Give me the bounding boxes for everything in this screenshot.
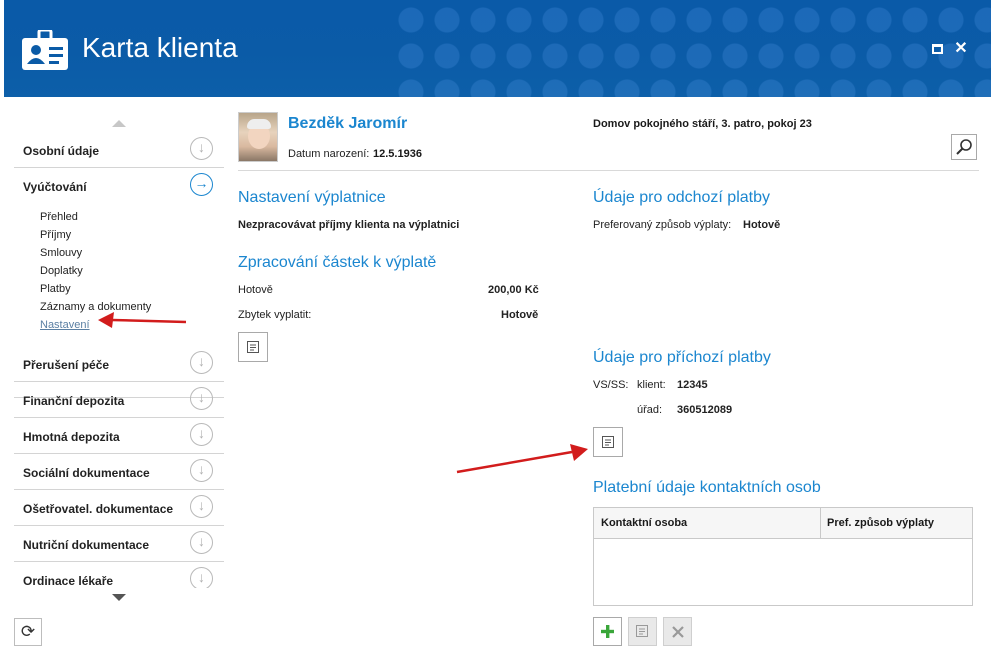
submenu-item-nastaveni[interactable]: Nastavení	[40, 316, 210, 334]
refresh-icon[interactable]: ⟳	[14, 618, 42, 646]
sidebar-item-financni-depozita[interactable]: Finanční depozita ↓	[14, 382, 224, 418]
client-name: Bezděk Jaromír	[288, 115, 408, 132]
amount-processing-title: Zpracování částek k výplatě	[238, 254, 437, 271]
sidebar-item-label: Ošetřovatel. dokumentace	[23, 502, 174, 516]
submenu: Přehled Příjmy Smlouvy Doplatky Platby Z…	[40, 208, 210, 334]
cash-label: Hotově	[238, 284, 273, 296]
edit-amounts-button[interactable]	[238, 332, 268, 362]
vs-label: VS/SS:	[593, 379, 629, 391]
submenu-item-platby[interactable]: Platby	[40, 280, 210, 298]
expand-down-icon[interactable]: ↓	[190, 567, 213, 588]
sidebar: Osobní údaje ↓ Vyúčtování → Přehled Příj…	[14, 108, 224, 608]
title-bar: Karta klienta ✕	[4, 0, 991, 97]
expand-down-icon[interactable]: ↓	[190, 531, 213, 554]
sidebar-item-label: Ordinace lékaře	[23, 574, 114, 588]
expand-down-icon[interactable]: ↓	[190, 459, 213, 482]
remainder-value: Hotově	[501, 309, 539, 321]
annotation-arrow-edit	[456, 444, 588, 474]
plus-icon	[601, 625, 614, 638]
scroll-up-icon[interactable]	[112, 120, 126, 127]
expand-down-icon[interactable]: ↓	[190, 137, 213, 160]
client-vs-value: 12345	[677, 379, 708, 391]
scroll-down-icon[interactable]	[112, 594, 126, 601]
column-header-pref-payout[interactable]: Pref. způsob výplaty	[827, 517, 934, 529]
sidebar-item-hmotna-depozita[interactable]: Hmotná depozita ↓	[14, 418, 224, 454]
sidebar-item-label: Nutriční dokumentace	[23, 538, 150, 552]
dob-value: 12.5.1936	[373, 148, 422, 160]
submenu-item-smlouvy[interactable]: Smlouvy	[40, 244, 210, 262]
expand-down-icon[interactable]: ↓	[190, 495, 213, 518]
maximize-icon[interactable]	[930, 42, 944, 56]
delete-icon	[671, 626, 684, 638]
client-vs-label: klient:	[637, 379, 666, 391]
edit-icon	[602, 436, 614, 448]
sidebar-item-osetrovatel-dokumentace[interactable]: Ošetřovatel. dokumentace ↓	[14, 490, 224, 526]
delete-contact-button[interactable]	[663, 617, 692, 646]
dob-label: Datum narození:	[288, 148, 370, 160]
office-vs-label: úřad:	[637, 404, 663, 416]
contacts-title: Platební údaje kontaktních osob	[593, 479, 821, 496]
outgoing-value: Hotově	[743, 219, 781, 231]
search-icon[interactable]	[951, 134, 977, 160]
expanded-arrow-icon[interactable]: →	[190, 173, 213, 196]
client-photo	[238, 112, 278, 162]
sidebar-item-label: Přerušení péče	[23, 358, 110, 372]
incoming-title: Údaje pro příchozí platby	[593, 349, 771, 366]
sidebar-item-ordinace-lekare[interactable]: Ordinace lékaře ↓	[14, 562, 224, 588]
sidebar-item-label: Vyúčtování	[23, 180, 87, 194]
sidebar-item-label: Finanční depozita	[23, 394, 125, 408]
submenu-item-prijmy[interactable]: Příjmy	[40, 226, 210, 244]
add-contact-button[interactable]	[593, 617, 622, 646]
cash-value: 200,00 Kč	[488, 284, 539, 296]
sidebar-item-socialni-dokumentace[interactable]: Sociální dokumentace ↓	[14, 454, 224, 490]
office-vs-value: 360512089	[677, 404, 733, 416]
outgoing-label: Preferovaný způsob výplaty:	[593, 219, 732, 231]
expand-down-icon[interactable]: ↓	[190, 387, 213, 410]
client-card-icon	[22, 30, 68, 70]
remainder-label: Zbytek vyplatit:	[238, 309, 312, 321]
client-location: Domov pokojného stáří, 3. patro, pokoj 2…	[593, 118, 812, 130]
payout-settings-title: Nastavení výplatnice	[238, 189, 386, 206]
sidebar-item-osobni-udaje[interactable]: Osobní údaje ↓	[14, 132, 224, 168]
edit-icon	[636, 625, 648, 637]
table-header: Kontaktní osoba Pref. způsob výplaty	[594, 508, 972, 539]
expand-down-icon[interactable]: ↓	[190, 423, 213, 446]
close-icon[interactable]: ✕	[954, 41, 968, 57]
submenu-item-zaznamy[interactable]: Záznamy a dokumenty	[40, 298, 210, 316]
submenu-item-prehled[interactable]: Přehled	[40, 208, 210, 226]
contacts-table: Kontaktní osoba Pref. způsob výplaty	[593, 507, 973, 606]
outgoing-title: Údaje pro odchozí platby	[593, 189, 770, 206]
column-header-contact[interactable]: Kontaktní osoba	[601, 517, 687, 529]
window-title: Karta klienta	[82, 32, 238, 63]
edit-icon	[247, 341, 259, 353]
sidebar-item-label: Sociální dokumentace	[23, 466, 150, 480]
edit-contact-button[interactable]	[628, 617, 657, 646]
expand-down-icon[interactable]: ↓	[190, 351, 213, 374]
sidebar-item-label: Hmotná depozita	[23, 430, 120, 444]
payout-settings-text: Nezpracovávat příjmy klienta na výplatni…	[238, 219, 460, 231]
submenu-item-doplatky[interactable]: Doplatky	[40, 262, 210, 280]
sidebar-item-preruseni-pece[interactable]: Přerušení péče ↓	[14, 346, 224, 382]
sidebar-item-nutricni-dokumentace[interactable]: Nutriční dokumentace ↓	[14, 526, 224, 562]
sidebar-item-label: Osobní údaje	[23, 144, 100, 158]
header-pattern	[391, 0, 991, 97]
edit-incoming-button[interactable]	[593, 427, 623, 457]
divider	[238, 170, 979, 171]
